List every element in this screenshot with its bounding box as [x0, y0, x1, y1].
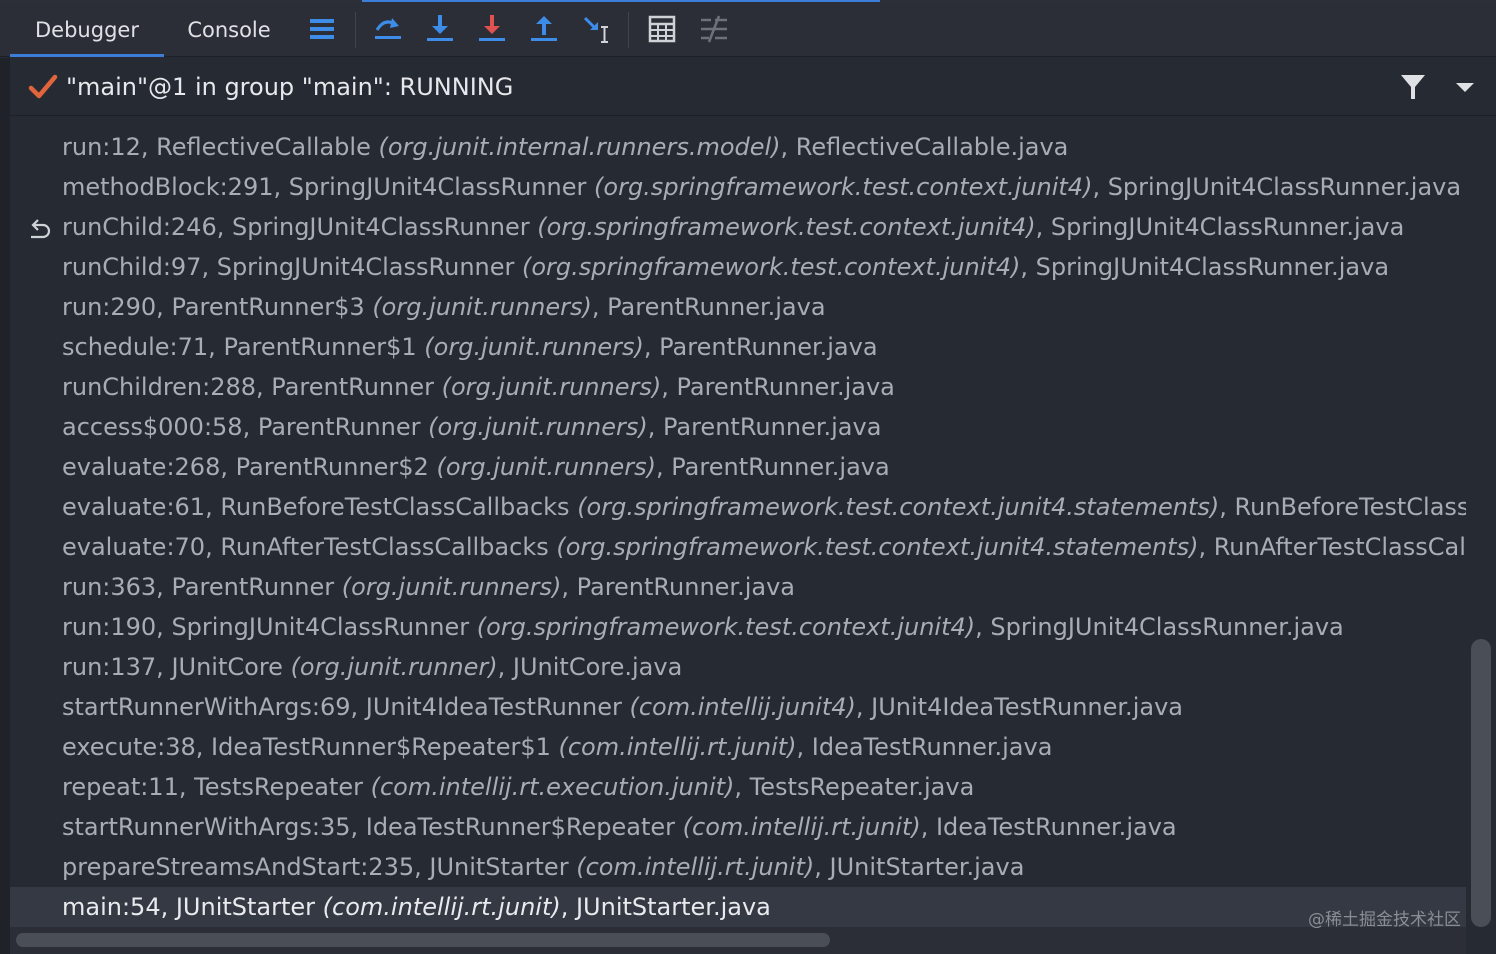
stack-frame[interactable]: access$000:58, ParentRunner (org.junit.r…: [10, 407, 1466, 447]
stack-frame[interactable]: evaluate:61, RunBeforeTestClassCallbacks…: [10, 487, 1466, 527]
stack-frame[interactable]: run:137, JUnitCore (org.junit.runner), J…: [10, 647, 1466, 687]
trace-current-stream-icon[interactable]: [697, 12, 731, 46]
check-icon: [28, 72, 58, 102]
toolbar-separator: [628, 12, 629, 48]
thread-title: "main"@1 in group "main": RUNNING: [66, 73, 514, 101]
chevron-down-icon[interactable]: [1452, 78, 1478, 98]
stack-frame[interactable]: prepareStreamsAndStart:235, JUnitStarter…: [10, 847, 1466, 887]
stack-frame[interactable]: schedule:71, ParentRunner$1 (org.junit.r…: [10, 327, 1466, 367]
stack-frame[interactable]: startRunnerWithArgs:69, JUnit4IdeaTestRu…: [10, 687, 1466, 727]
toolbar-separator: [355, 12, 356, 48]
filter-icon[interactable]: [1398, 72, 1428, 102]
step-into-icon[interactable]: [423, 12, 457, 46]
watermark: @稀土掘金技术社区: [1308, 910, 1461, 930]
stack-frame-list[interactable]: run:12, ReflectiveCallable (org.junit.in…: [10, 117, 1466, 927]
thread-selector[interactable]: "main"@1 in group "main": RUNNING: [10, 58, 1496, 116]
stack-frame[interactable]: startRunnerWithArgs:35, IdeaTestRunner$R…: [10, 807, 1466, 847]
horizontal-scrollbar-thumb[interactable]: [16, 933, 830, 947]
stack-frame[interactable]: runChild:246, SpringJUnit4ClassRunner (o…: [10, 207, 1466, 247]
step-out-icon[interactable]: [527, 12, 561, 46]
stack-frame[interactable]: runChildren:288, ParentRunner (org.junit…: [10, 367, 1466, 407]
stack-frame[interactable]: run:190, SpringJUnit4ClassRunner (org.sp…: [10, 607, 1466, 647]
left-gutter: [0, 58, 10, 954]
stack-frame-selected[interactable]: main:54, JUnitStarter (com.intellij.rt.j…: [10, 887, 1466, 927]
stack-frame[interactable]: run:363, ParentRunner (org.junit.runners…: [10, 567, 1466, 607]
stack-frame[interactable]: evaluate:70, RunAfterTestClassCallbacks …: [10, 527, 1466, 567]
vertical-scrollbar-thumb[interactable]: [1471, 639, 1491, 927]
drop-frame-icon[interactable]: [26, 215, 52, 239]
stack-frame[interactable]: run:290, ParentRunner$3 (org.junit.runne…: [10, 287, 1466, 327]
stack-frame[interactable]: repeat:11, TestsRepeater (com.intellij.r…: [10, 767, 1466, 807]
stack-frame[interactable]: evaluate:268, ParentRunner$2 (org.junit.…: [10, 447, 1466, 487]
debug-toolbar: Debugger Console: [0, 2, 1496, 57]
tab-console[interactable]: Console: [170, 2, 288, 57]
tab-debugger[interactable]: Debugger: [10, 2, 164, 57]
show-execution-point-icon[interactable]: [305, 12, 339, 46]
step-over-icon[interactable]: [371, 12, 405, 46]
stack-frame[interactable]: run:12, ReflectiveCallable (org.junit.in…: [10, 127, 1466, 167]
stack-frame[interactable]: runChild:97, SpringJUnit4ClassRunner (or…: [10, 247, 1466, 287]
vertical-scrollbar[interactable]: [1466, 117, 1496, 927]
force-step-into-icon[interactable]: [475, 12, 509, 46]
run-to-cursor-icon[interactable]: [580, 12, 614, 46]
stack-frame[interactable]: execute:38, IdeaTestRunner$Repeater$1 (c…: [10, 727, 1466, 767]
stack-frame[interactable]: methodBlock:291, SpringJUnit4ClassRunner…: [10, 167, 1466, 207]
evaluate-expression-icon[interactable]: [645, 12, 679, 46]
horizontal-scrollbar[interactable]: [10, 927, 1466, 954]
